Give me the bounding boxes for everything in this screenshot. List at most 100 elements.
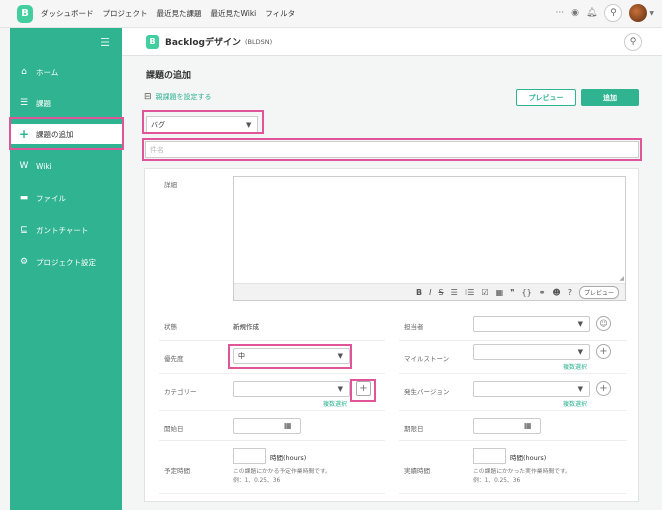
row-divider [399,410,627,411]
chevron-down-icon: ▼ [577,320,583,328]
project-name[interactable]: Backlogデザイン [165,35,241,48]
sidebar-item-label: 課題 [36,98,51,108]
bell-icon[interactable]: 🔔︎ [586,8,597,18]
plus-icon: + [18,127,30,141]
subject-input[interactable]: 件名 [145,141,639,158]
priority-label: 優先度 [164,355,184,363]
sidebar-item-wiki[interactable]: W Wiki [10,156,122,176]
project-key: (BLDSN) [244,37,273,46]
chevron-down-icon[interactable]: ▼ [649,10,654,17]
sidebar-item-label: Wiki [36,161,52,171]
table-icon[interactable]: ▦ [496,288,504,297]
category-label: カテゴリー [164,388,197,396]
version-select[interactable]: ▼ [473,381,590,397]
status-label: 状態 [164,323,177,331]
link-icon[interactable]: ⚭ [539,288,546,297]
chevron-down-icon: ▼ [246,121,252,129]
row-divider [399,493,627,494]
nav-recent-wiki[interactable]: 最近見たWiki [211,8,257,19]
bullet-list-icon[interactable]: ☰ [451,288,458,297]
sidebar-item-files[interactable]: ▬ ファイル [10,188,122,208]
top-right-controls: ··· ◉ 🔔︎ ⚲ ▼ [555,4,654,22]
set-parent-issue-link[interactable]: ⊟ 親課題を設定する [144,92,212,102]
due-date-input[interactable]: ▦ [473,418,541,434]
row-divider [159,410,385,411]
estimated-hours-input[interactable] [233,448,266,464]
assignee-label: 担当者 [404,323,424,331]
category-multi-select-link[interactable]: 複数選択 [323,399,347,408]
sidebar-item-issues[interactable]: ☰ 課題 [10,93,122,113]
row-divider [159,493,385,494]
row-divider [399,340,627,341]
add-button[interactable]: 追加 [581,89,639,106]
home-icon: ⌂ [21,67,27,77]
actual-hours-input[interactable] [473,448,506,464]
calendar-icon[interactable]: ▦ [524,421,532,430]
nav-dashboard[interactable]: ダッシュボード [41,8,94,19]
preview-button[interactable]: プレビュー [516,89,576,106]
assign-myself-icon[interactable]: ☺ [596,316,611,331]
version-multi-select-link[interactable]: 複数選択 [563,399,587,408]
row-divider [399,373,627,374]
milestone-label: マイルストーン [404,355,450,363]
page-title: 課題の追加 [146,71,192,81]
search-icon[interactable]: ⚲ [604,4,623,22]
start-date-input[interactable]: ▦ [233,418,301,434]
project-header: B Backlogデザイン (BLDSN) ⚲ [122,28,662,56]
help-icon[interactable]: ? [568,288,572,297]
actual-hours-unit: 時間(hours) [510,454,547,462]
milestone-multi-select-link[interactable]: 複数選択 [563,362,587,371]
sidebar-item-home[interactable]: ⌂ ホーム [10,62,122,82]
nav-recent-issues[interactable]: 最近見た課題 [157,8,202,19]
issue-type-select[interactable]: バグ ▼ [146,116,258,133]
milestone-select[interactable]: ▼ [473,344,590,360]
category-select[interactable]: ▼ [233,381,350,397]
gear-icon: ⚙ [19,257,29,267]
add-milestone-icon[interactable]: + [596,344,611,359]
add-version-icon[interactable]: + [596,381,611,396]
nav-filter[interactable]: フィルタ [265,8,295,19]
description-textarea[interactable]: ◢ B I S ☰ ⁝☰ ☑ ▦ ❞ {} ⚭ ☻ ? プレビュー [233,176,626,301]
quote-icon[interactable]: ❞ [510,288,514,297]
editor-toolbar: B I S ☰ ⁝☰ ☑ ▦ ❞ {} ⚭ ☻ ? プレビュー [234,283,625,300]
issue-form-panel: 詳細 ◢ B I S ☰ ⁝☰ ☑ ▦ ❞ {} ⚭ ☻ ? プレビュー 状態 … [144,168,639,502]
assignee-select[interactable]: ▼ [473,316,590,332]
sidebar-item-label: ファイル [36,193,66,203]
italic-icon[interactable]: I [429,288,431,297]
priority-select[interactable]: 中 ▼ [233,348,350,364]
wiki-icon: W [19,161,29,171]
toolbar-preview-button[interactable]: プレビュー [578,285,619,299]
issue-type-value: バグ [151,120,165,129]
calendar-icon[interactable]: ▦ [284,421,292,430]
actual-hours-example: 例：1、0.25、36 [473,478,521,484]
numbered-list-icon[interactable]: ⁝☰ [465,288,475,297]
due-date-label: 期限日 [404,425,424,433]
checklist-icon[interactable]: ☑ [481,288,488,297]
sidebar-item-label: 課題の追加 [36,129,74,139]
strikethrough-icon[interactable]: S [438,288,443,297]
avatar[interactable] [629,4,648,22]
parent-link-label: 親課題を設定する [155,93,212,101]
chevron-down-icon: ▼ [577,348,583,356]
nav-project[interactable]: プロジェクト [103,8,148,19]
sidebar-item-project-settings[interactable]: ⚙ プロジェクト設定 [10,252,122,272]
top-nav-menu: ダッシュボード プロジェクト 最近見た課題 最近見たWiki フィルタ [41,8,295,19]
project-search-icon[interactable]: ⚲ [624,33,642,51]
sidebar-item-add-issue[interactable]: + 課題の追加 [10,124,122,144]
chevron-down-icon: ▼ [577,385,583,393]
sidebar-toggle-icon[interactable]: ☰ [100,36,110,49]
emoji-icon[interactable]: ☻ [552,288,560,297]
more-icon[interactable]: ··· [555,8,564,18]
row-divider [399,440,627,441]
resize-handle-icon[interactable]: ◢ [619,275,624,282]
project-icon: B [146,34,159,49]
code-icon[interactable]: {} [522,288,532,297]
priority-value: 中 [238,352,245,360]
eye-icon[interactable]: ◉ [571,8,579,18]
sidebar-item-gantt[interactable]: ⊑ ガントチャート [10,220,122,240]
actual-hours-hint: この課題にかかった実作業時間です。 [473,469,571,475]
chevron-down-icon: ▼ [337,352,343,360]
backlog-logo[interactable]: B [17,4,33,23]
bold-icon[interactable]: B [416,288,422,297]
add-category-icon[interactable]: + [356,381,371,396]
